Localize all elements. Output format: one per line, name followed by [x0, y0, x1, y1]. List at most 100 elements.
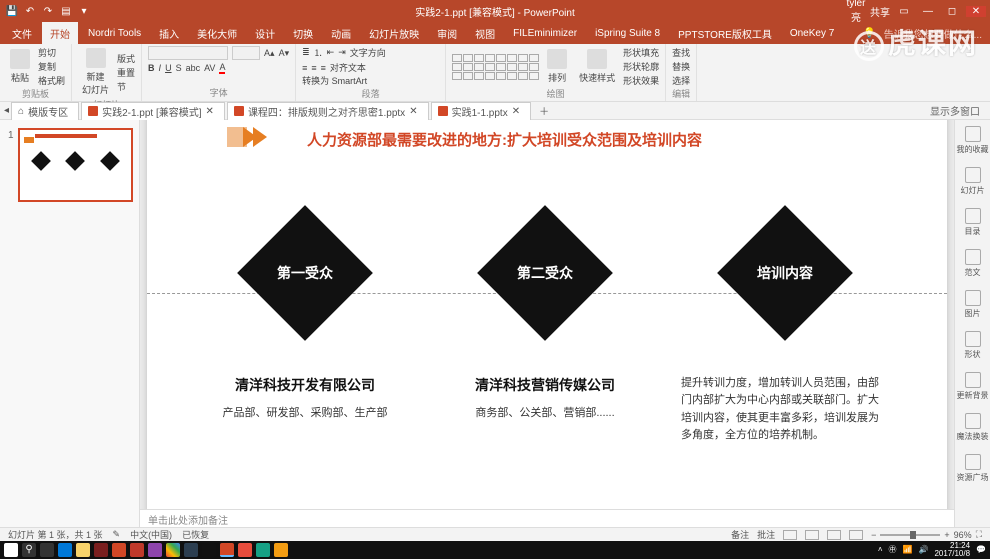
new-tab-icon[interactable]: ＋ — [533, 103, 555, 118]
zoom-slider[interactable] — [880, 534, 940, 536]
panel-sample[interactable]: 范文 — [965, 249, 981, 278]
cut-button[interactable]: 剪切 — [38, 46, 65, 59]
select-button[interactable]: 选择 — [672, 74, 690, 87]
panel-resource[interactable]: 资源广场 — [957, 454, 989, 483]
bullets-icon[interactable]: ≣ — [302, 47, 310, 58]
col2-body[interactable]: 商务部、公关部、营销部...... — [435, 405, 655, 423]
doc-tab-3[interactable]: 实践1-1.pptx✕ — [431, 102, 532, 120]
tab-home[interactable]: 开始 — [42, 22, 78, 44]
language-status[interactable]: 中文(中国) — [130, 528, 172, 541]
tab-nordri[interactable]: Nordri Tools — [80, 22, 149, 44]
tab-beautify[interactable]: 美化大师 — [189, 22, 245, 44]
app-icon[interactable] — [202, 543, 216, 557]
app-icon[interactable] — [112, 543, 126, 557]
col1-body[interactable]: 产品部、研发部、采购部、生产部 — [195, 405, 415, 423]
slide-canvas-wrap[interactable]: 人力资源部最需要改进的地方:扩大培训受众范围及培训内容 第一受众 清洋科技开发有… — [140, 120, 954, 509]
copy-button[interactable]: 复制 — [38, 60, 65, 73]
new-slide-button[interactable]: 新建 幻灯片 — [78, 46, 113, 98]
slide-thumbnail-1[interactable]: 1 — [18, 128, 133, 202]
minimize-icon[interactable]: — — [918, 6, 938, 17]
zoom-control[interactable]: − + 96% ⛶ — [871, 529, 982, 540]
taskview-icon[interactable] — [40, 543, 54, 557]
app-icon[interactable] — [274, 543, 288, 557]
panel-favorites[interactable]: 我的收藏 — [957, 126, 989, 155]
font-size-input[interactable] — [232, 46, 260, 60]
diamond-shape-2[interactable]: 第二受众 — [477, 205, 613, 341]
app-icon[interactable] — [256, 543, 270, 557]
tab-review[interactable]: 审阅 — [429, 22, 465, 44]
volume-icon[interactable]: 🔊 — [918, 546, 928, 554]
panel-image[interactable]: 图片 — [965, 290, 981, 319]
normal-view-icon[interactable] — [783, 530, 797, 540]
start-slideshow-icon[interactable]: ▤ — [60, 5, 72, 17]
smartart-button[interactable]: 转换为 SmartArt — [302, 74, 367, 87]
numbering-icon[interactable]: ⒈ — [314, 46, 323, 59]
panel-slides[interactable]: 幻灯片 — [961, 167, 985, 196]
user-name[interactable]: tyler亮 — [846, 0, 866, 24]
collapse-tabs-icon[interactable]: ◂ — [4, 105, 9, 116]
zoom-out-icon[interactable]: − — [871, 530, 876, 540]
col2-subheading[interactable]: 清洋科技营销传媒公司 — [435, 375, 655, 395]
doc-tab-2[interactable]: 课程四：排版规则之对齐思密1.pptx✕ — [227, 102, 429, 120]
app-icon[interactable] — [184, 543, 198, 557]
close-tab-icon[interactable]: ✕ — [409, 106, 417, 117]
start-icon[interactable] — [4, 543, 18, 557]
reset-button[interactable]: 重置 — [117, 66, 135, 79]
decrease-font-icon[interactable]: A▾ — [279, 48, 290, 59]
panel-shape[interactable]: 形状 — [965, 331, 981, 360]
ime-icon[interactable]: ㊥ — [889, 546, 897, 554]
tab-view[interactable]: 视图 — [467, 22, 503, 44]
italic-icon[interactable]: I — [159, 63, 162, 73]
zoom-in-icon[interactable]: + — [944, 530, 949, 540]
doc-tab-1[interactable]: 实践2-1.ppt [兼容模式]✕ — [81, 102, 225, 120]
fit-window-icon[interactable]: ⛶ — [976, 529, 982, 540]
tab-design[interactable]: 设计 — [247, 22, 283, 44]
undo-icon[interactable]: ↶ — [24, 5, 36, 17]
tab-pptstore[interactable]: PPTSTORE版权工具 — [670, 22, 780, 44]
close-tab-icon[interactable]: ✕ — [206, 106, 214, 117]
align-center-icon[interactable]: ≡ — [311, 63, 316, 73]
tab-ispring[interactable]: iSpring Suite 8 — [587, 22, 668, 44]
indent-inc-icon[interactable]: ⇥ — [338, 47, 346, 58]
tray-up-icon[interactable]: ˄ — [878, 546, 883, 554]
zoom-value[interactable]: 96% — [954, 530, 972, 540]
powerpoint-icon[interactable] — [220, 543, 234, 557]
sorter-view-icon[interactable] — [805, 530, 819, 540]
redo-icon[interactable]: ↷ — [42, 5, 54, 17]
panel-background[interactable]: 更新背景 — [957, 372, 989, 401]
layout-button[interactable]: 版式 — [117, 52, 135, 65]
app-icon[interactable] — [130, 543, 144, 557]
align-text-button[interactable]: 对齐文本 — [330, 61, 366, 74]
close-icon[interactable]: ✕ — [966, 6, 986, 17]
column-3[interactable]: 培训内容 提升转训力度，增加转训人员范围，由部门内部扩大为中心内部或关联部门。扩… — [675, 225, 895, 445]
show-multi-window[interactable]: 显示多窗口 — [930, 107, 980, 118]
column-1[interactable]: 第一受众 清洋科技开发有限公司 产品部、研发部、采购部、生产部 — [195, 225, 415, 423]
align-right-icon[interactable]: ≡ — [321, 63, 326, 73]
tab-slideshow[interactable]: 幻灯片放映 — [361, 22, 427, 44]
indent-dec-icon[interactable]: ⇤ — [327, 47, 335, 58]
network-icon[interactable]: 📶 — [903, 546, 913, 554]
tell-me-input[interactable]: 告诉我您想要做什么... — [884, 26, 982, 41]
close-tab-icon[interactable]: ✕ — [512, 106, 520, 117]
font-color-icon[interactable]: A — [219, 62, 225, 74]
tab-transitions[interactable]: 切换 — [285, 22, 321, 44]
shape-effects-button[interactable]: 形状效果 — [623, 74, 659, 87]
align-left-icon[interactable]: ≡ — [302, 63, 307, 73]
app-icon[interactable] — [94, 543, 108, 557]
slide-heading[interactable]: 人力资源部最需要改进的地方:扩大培训受众范围及培训内容 — [307, 129, 702, 150]
app-icon[interactable] — [238, 543, 252, 557]
section-button[interactable]: 节 — [117, 80, 135, 93]
arrange-button[interactable]: 排列 — [543, 47, 571, 86]
qat-more-icon[interactable]: ▾ — [78, 5, 90, 17]
notes-pane[interactable]: 单击此处添加备注 — [140, 509, 954, 529]
tab-insert[interactable]: 插入 — [151, 22, 187, 44]
shape-fill-button[interactable]: 形状填充 — [623, 46, 659, 59]
reading-view-icon[interactable] — [827, 530, 841, 540]
diamond-shape-1[interactable]: 第一受众 — [237, 205, 373, 341]
tab-onekey[interactable]: OneKey 7 — [782, 22, 842, 44]
shapes-gallery[interactable] — [452, 54, 539, 80]
notification-icon[interactable]: 💬 — [976, 546, 986, 554]
shape-outline-button[interactable]: 形状轮廓 — [623, 60, 659, 73]
increase-font-icon[interactable]: A▴ — [264, 48, 275, 59]
maximize-icon[interactable]: ◻ — [942, 6, 962, 17]
